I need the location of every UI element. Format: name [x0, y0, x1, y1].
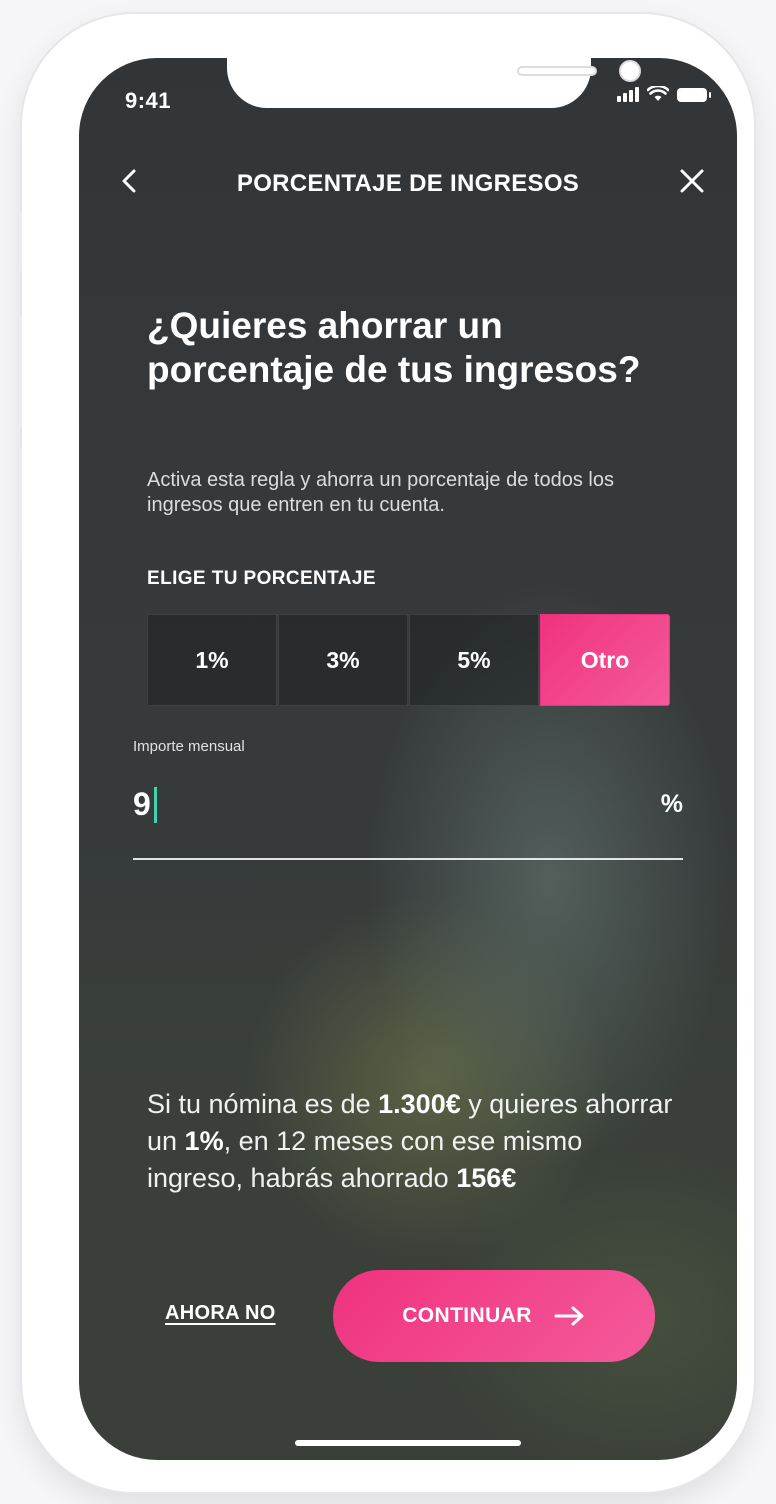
page-title: PORCENTAJE DE INGRESOS [236, 170, 580, 197]
headline: ¿Quieres ahorrar un porcentaje de tus in… [147, 305, 641, 390]
home-indicator[interactable] [295, 1440, 521, 1446]
battery-icon [677, 88, 711, 102]
percentage-selector: 1% 3% 5% Otro [147, 614, 670, 706]
skip-button[interactable]: AHORA NO [165, 1302, 276, 1325]
wifi-icon [647, 86, 669, 101]
volume-up-button [16, 314, 22, 428]
status-time: 9:41 [125, 88, 172, 113]
info-percent: 1% [184, 1126, 224, 1156]
nav-bar: PORCENTAJE DE INGRESOS [79, 162, 737, 202]
mute-switch [16, 210, 22, 272]
status-icons [617, 86, 711, 102]
volume-down-button [16, 446, 22, 560]
continue-button-label: CONTINUAR [402, 1304, 532, 1327]
subtitle: Activa esta regla y ahorra un porcentaje… [147, 469, 614, 516]
info-text-part1: Si tu nómina es de [147, 1089, 379, 1119]
arrow-right-icon [554, 1306, 584, 1326]
info-salary: 1.300€ [378, 1089, 461, 1119]
app-screen: 9:41 PORCENTAJE DE INGRESOS ¿Quieres aho… [79, 58, 737, 1460]
option-5-percent[interactable]: 5% [409, 614, 539, 706]
section-label: ELIGE TU PORCENTAJE [147, 568, 376, 589]
savings-explanation: Si tu nómina es de 1.300€ y quieres ahor… [147, 1086, 677, 1197]
device-notch [227, 58, 641, 108]
front-camera [619, 60, 641, 82]
option-3-percent[interactable]: 3% [278, 614, 408, 706]
text-caret [153, 786, 157, 823]
continue-button[interactable]: CONTINUAR [333, 1270, 655, 1362]
input-underline [133, 858, 683, 860]
option-other[interactable]: Otro [540, 614, 670, 706]
amount-input[interactable]: 9 [133, 786, 157, 823]
info-saved-amount: 156€ [456, 1163, 517, 1193]
signal-icon [617, 86, 639, 102]
percent-suffix: % [660, 790, 683, 818]
amount-field-label: Importe mensual [133, 738, 245, 755]
option-1-percent[interactable]: 1% [147, 614, 277, 706]
close-icon[interactable] [677, 166, 707, 196]
speaker-grille [517, 66, 597, 76]
amount-input-value: 9 [133, 786, 151, 822]
